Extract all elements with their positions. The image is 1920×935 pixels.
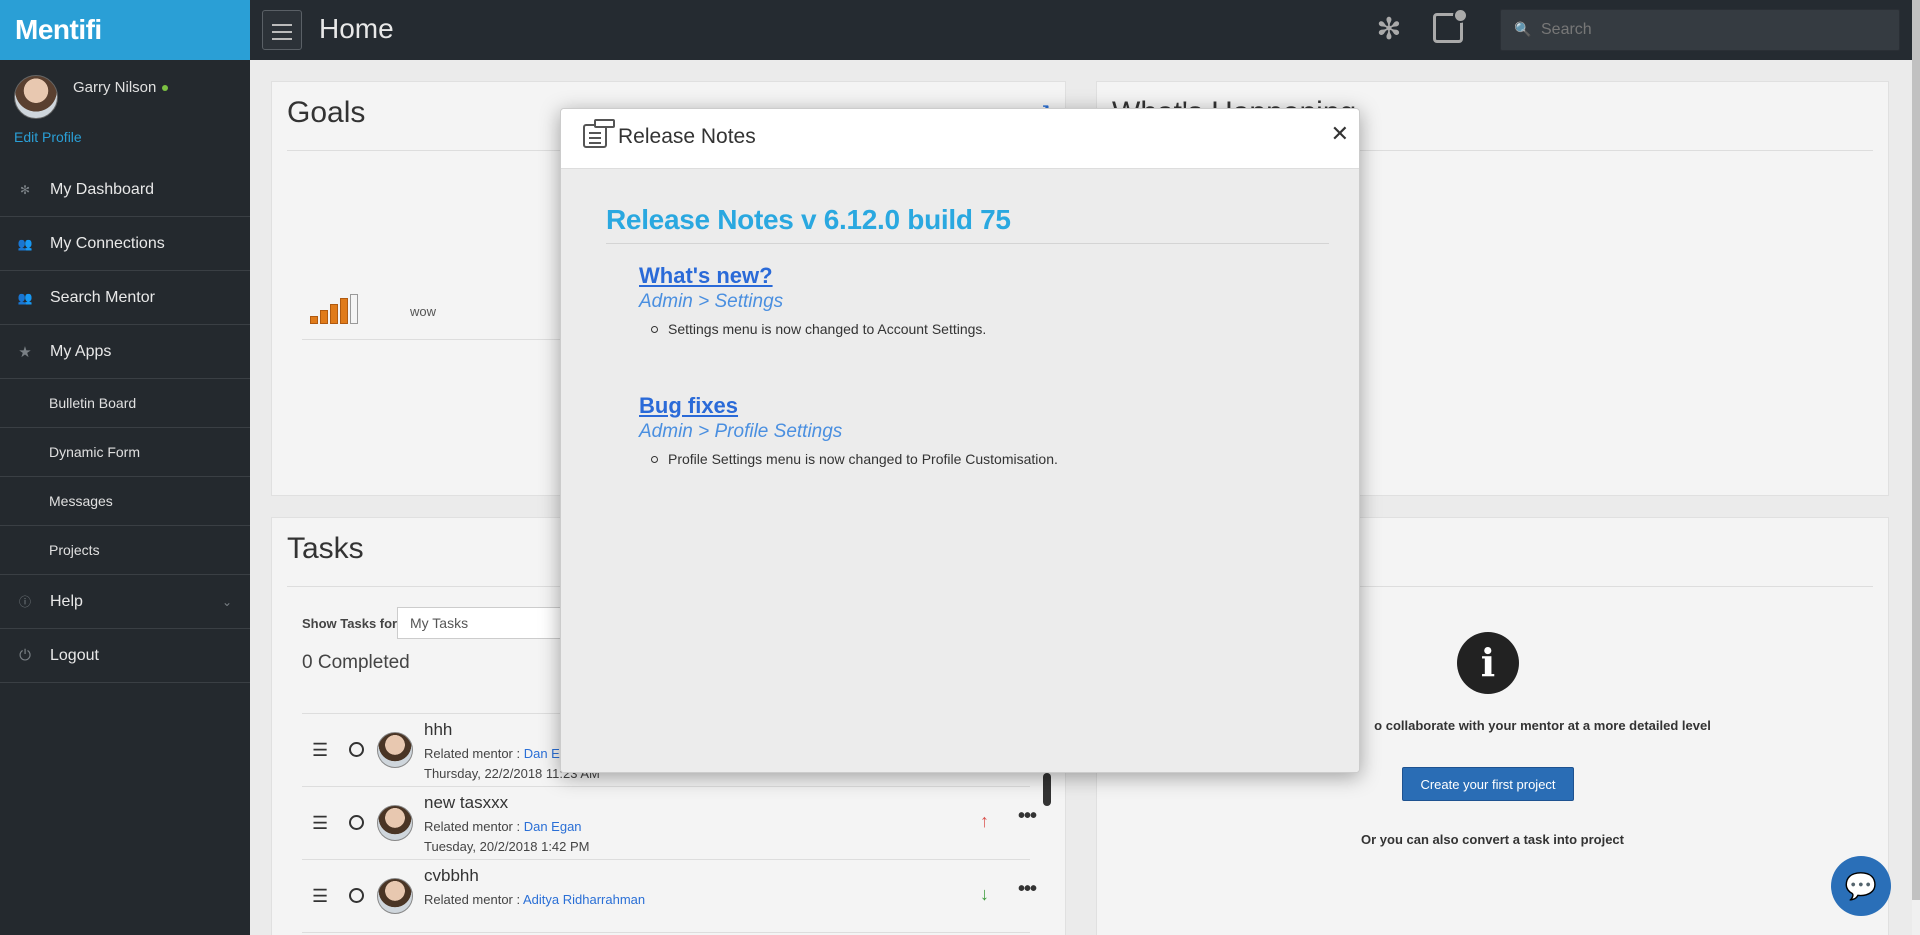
sidebar-item-dynamic-form[interactable]: Dynamic Form <box>0 428 250 477</box>
section-path: Admin > Settings <box>639 291 784 312</box>
sidebar-nav: ✻ My Dashboard 👥 My Connections 👥 Search Me… <box>0 163 250 683</box>
sidebar-item-help[interactable]: ⓘ Help ⌄ <box>0 575 250 629</box>
profile-name: Garry Nilson <box>73 79 157 96</box>
sidebar-item-logout[interactable]: ⏻ Logout <box>0 629 250 683</box>
sidebar: Mentifi Garry Nilson Edit Profile ✻ My Da… <box>0 0 250 935</box>
edit-profile-link[interactable]: Edit Profile <box>14 129 82 145</box>
search-icon: 🔍 <box>1514 21 1532 37</box>
users-icon: 👥 <box>17 236 33 251</box>
section-title[interactable]: Bug fixes <box>639 393 1058 419</box>
dashboard-icon: ✻ <box>19 182 31 197</box>
release-section: Bug fixes Admin > Profile Settings Profi… <box>639 393 1058 467</box>
sidebar-item-label: Search Mentor <box>50 288 155 306</box>
section-path: Admin > Profile Settings <box>639 421 843 442</box>
sidebar-item-connections[interactable]: 👥 My Connections <box>0 217 250 271</box>
info-icon: ⓘ <box>18 595 31 609</box>
page-title: Home <box>319 13 394 44</box>
sidebar-item-bulletin-board[interactable]: Bulletin Board <box>0 379 250 428</box>
sidebar-item-label: My Apps <box>50 342 112 360</box>
brand-logo[interactable]: Mentifi <box>0 0 250 60</box>
section-item: Settings menu is now changed to Account … <box>639 321 986 337</box>
sidebar-item-dashboard[interactable]: ✻ My Dashboard <box>0 163 250 217</box>
chevron-down-icon: ⌄ <box>221 594 232 609</box>
apps-icon[interactable]: ✻ <box>1372 13 1406 47</box>
close-button[interactable]: ✕ <box>1331 122 1349 147</box>
release-notes-heading: Release Notes v 6.12.0 build 75 <box>606 204 1011 235</box>
search-input[interactable] <box>1541 10 1891 50</box>
power-icon: ⏻ <box>19 647 31 664</box>
online-status-dot <box>162 85 169 92</box>
section-title[interactable]: What's new? <box>639 263 986 289</box>
notification-icon[interactable] <box>1433 8 1468 43</box>
sidebar-item-messages[interactable]: Messages <box>0 477 250 526</box>
release-notes-icon <box>583 119 615 148</box>
section-item: Profile Settings menu is now changed to … <box>639 451 1058 467</box>
release-section: What's new? Admin > Settings Settings me… <box>639 263 986 337</box>
sidebar-item-label: Help <box>50 592 83 610</box>
divider <box>606 243 1329 244</box>
sidebar-item-label: My Dashboard <box>50 180 155 198</box>
release-notes-modal: Release Notes ✕ Release Notes v 6.12.0 b… <box>560 108 1360 773</box>
menu-toggle-button[interactable] <box>262 10 302 50</box>
sidebar-item-label: Logout <box>50 646 99 664</box>
star-icon: ★ <box>18 343 32 361</box>
sidebar-item-search-mentor[interactable]: 👥 Search Mentor <box>0 271 250 325</box>
modal-header: Release Notes ✕ <box>561 109 1359 169</box>
profile-name-wrap: Garry Nilson <box>73 79 169 96</box>
top-bar: Home ✻ 🔍 <box>250 0 1920 60</box>
sidebar-item-label: My Connections <box>50 234 165 252</box>
sidebar-item-apps[interactable]: ★ My Apps <box>0 325 250 379</box>
sidebar-item-projects[interactable]: Projects <box>0 526 250 575</box>
users-icon: 👥 <box>17 290 33 305</box>
modal-title: Release Notes <box>618 125 756 148</box>
avatar[interactable] <box>14 75 58 119</box>
modal-body: Release Notes v 6.12.0 build 75 What's n… <box>561 169 1359 772</box>
search-box: 🔍 <box>1500 9 1900 51</box>
